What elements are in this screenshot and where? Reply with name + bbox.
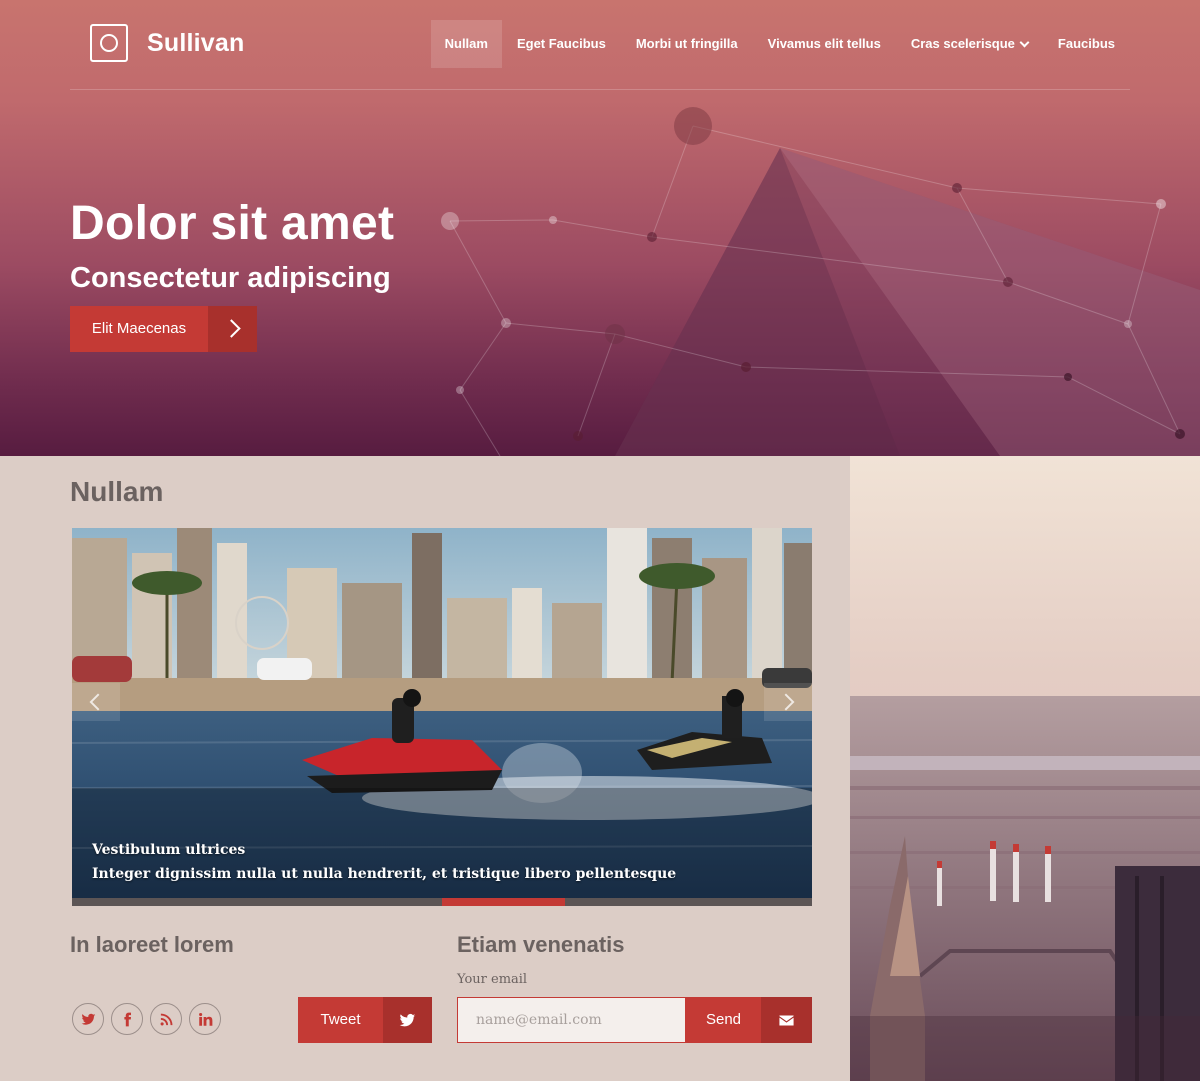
hero-title: Dolor sit amet — [70, 197, 395, 250]
send-button[interactable]: Send — [686, 997, 812, 1043]
twitter-icon[interactable] — [72, 1003, 104, 1035]
nav-item-cras-scelerisque[interactable]: Cras scelerisque — [896, 20, 1043, 68]
email-input[interactable] — [457, 997, 686, 1043]
tweet-button-label: Tweet — [298, 997, 383, 1043]
send-button-label: Send — [686, 997, 761, 1043]
slider-progress-indicator — [442, 898, 566, 906]
nav-item-vivamus-elit-tellus[interactable]: Vivamus elit tellus — [753, 20, 896, 68]
slide-caption-text: Integer dignissim nulla ut nulla hendrer… — [92, 866, 677, 882]
nav-item-morbi-ut-fringilla[interactable]: Morbi ut fringilla — [621, 20, 753, 68]
nav-item-nullam[interactable]: Nullam — [430, 20, 502, 68]
hero-section: Sullivan Nullam Eget Faucibus Morbi ut f… — [0, 0, 1200, 456]
top-navigation-bar: Sullivan Nullam Eget Faucibus Morbi ut f… — [70, 0, 1130, 90]
nav-item-cras-scelerisque-label: Cras scelerisque — [910, 36, 1015, 51]
social-icons — [72, 1003, 228, 1035]
chevron-right-icon — [208, 306, 257, 352]
city-skyline-image — [850, 456, 1200, 1081]
brand-logo[interactable]: Sullivan — [90, 24, 244, 62]
linkedin-icon[interactable] — [189, 1003, 221, 1035]
twitter-bird-icon — [383, 997, 432, 1043]
slider-prev-button[interactable] — [72, 683, 120, 721]
circle-in-square-icon — [90, 24, 128, 62]
hero-subtitle: Consectetur adipiscing — [70, 262, 391, 294]
image-slider[interactable]: Vestibulum ultrices Integer dignissim nu… — [72, 528, 812, 906]
envelope-icon — [761, 997, 812, 1043]
main-nav: Nullam Eget Faucibus Morbi ut fringilla … — [430, 20, 1130, 68]
rss-icon[interactable] — [150, 1003, 182, 1035]
section-title: Nullam — [70, 476, 164, 507]
tweet-button[interactable]: Tweet — [298, 997, 432, 1043]
slider-progress-bar — [72, 898, 812, 906]
brand-name: Sullivan — [147, 28, 245, 57]
nav-item-eget-faucibus[interactable]: Eget Faucibus — [502, 20, 621, 68]
slider-next-button[interactable] — [764, 683, 812, 721]
social-section-title: In laoreet lorem — [70, 932, 234, 957]
email-label: Your email — [457, 972, 528, 987]
newsletter-section-title: Etiam venenatis — [457, 932, 625, 957]
chevron-down-icon — [1019, 37, 1030, 47]
nav-item-faucibus[interactable]: Faucibus — [1043, 20, 1130, 68]
slide-caption-title: Vestibulum ultrices — [92, 842, 246, 858]
hero-cta-label: Elit Maecenas — [70, 306, 208, 352]
slide-caption: Vestibulum ultrices Integer dignissim nu… — [92, 842, 676, 882]
main-content: Nullam Vestibulum ultrices Integer digni… — [0, 456, 850, 1081]
facebook-icon[interactable] — [111, 1003, 143, 1035]
hero-cta-button[interactable]: Elit Maecenas — [70, 306, 257, 352]
side-image-panel — [850, 456, 1200, 1081]
